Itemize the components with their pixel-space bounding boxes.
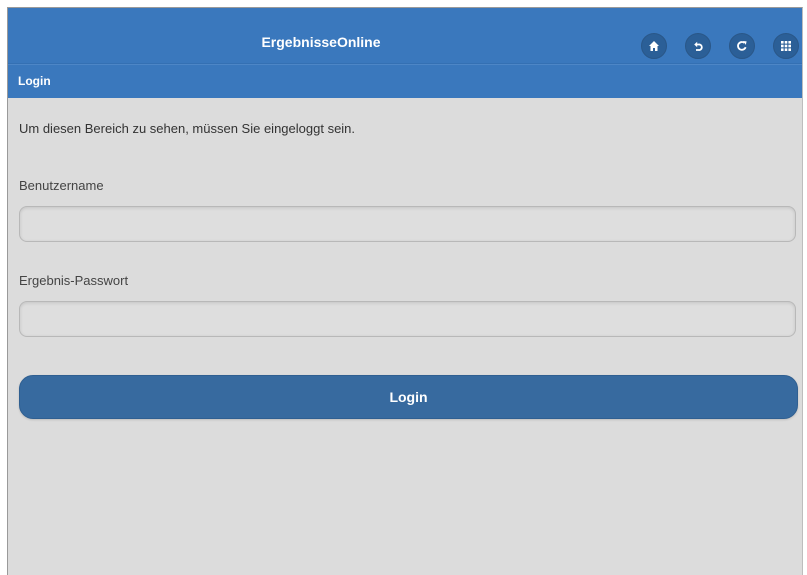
grid-menu-icon bbox=[780, 40, 792, 52]
app-frame: ErgebnisseOnline Login Um diesen Bereich… bbox=[7, 7, 803, 575]
back-button[interactable] bbox=[685, 33, 711, 59]
refresh-icon bbox=[736, 40, 748, 52]
password-input[interactable] bbox=[19, 301, 796, 337]
login-notice: Um diesen Bereich zu sehen, müssen Sie e… bbox=[19, 121, 356, 136]
app-title: ErgebnisseOnline bbox=[261, 34, 381, 50]
home-button[interactable] bbox=[641, 33, 667, 59]
username-label: Benutzername bbox=[19, 178, 104, 193]
home-icon bbox=[648, 40, 660, 52]
app-header: ErgebnisseOnline bbox=[8, 8, 802, 64]
login-button[interactable]: Login bbox=[19, 375, 798, 419]
page-title-bar: Login bbox=[8, 64, 802, 98]
back-icon bbox=[692, 40, 704, 52]
username-input[interactable] bbox=[19, 206, 796, 242]
password-label: Ergebnis-Passwort bbox=[19, 273, 129, 288]
page-title: Login bbox=[18, 74, 51, 88]
menu-button[interactable] bbox=[773, 33, 799, 59]
refresh-button[interactable] bbox=[729, 33, 755, 59]
